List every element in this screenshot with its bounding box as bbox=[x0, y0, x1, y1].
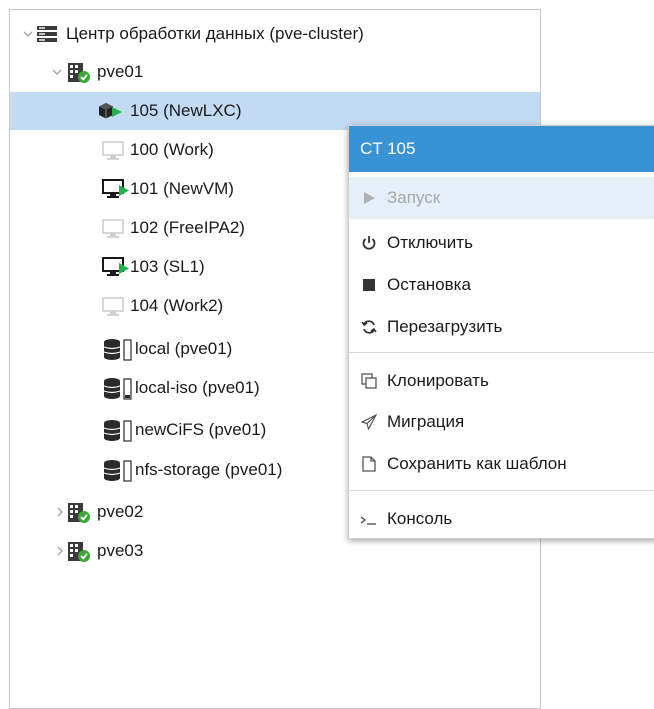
tree-item-label: Центр обработки данных (pve-cluster) bbox=[66, 24, 364, 43]
vm-running-icon bbox=[102, 257, 129, 276]
node-online-icon bbox=[68, 503, 90, 523]
datacenter-icon bbox=[37, 26, 57, 42]
menu-item-label: Запуск bbox=[387, 188, 441, 207]
menu-item-shutdown[interactable]: Отключить bbox=[349, 222, 654, 264]
reload-icon bbox=[360, 318, 378, 336]
storage-icon bbox=[103, 420, 132, 442]
chevron-right-icon[interactable] bbox=[53, 544, 67, 558]
menu-item-label: Консоль bbox=[387, 509, 453, 528]
node-online-icon bbox=[68, 63, 90, 83]
tree-item-label: 102 (FreeIPA2) bbox=[130, 218, 245, 237]
tree-item-label: 105 (NewLXC) bbox=[130, 101, 242, 120]
clone-icon bbox=[360, 372, 378, 390]
menu-separator bbox=[349, 490, 654, 491]
tree-item-label: local-iso (pve01) bbox=[135, 378, 260, 397]
node-online-icon bbox=[68, 542, 90, 562]
menu-item-clone[interactable]: Клонировать bbox=[349, 360, 654, 402]
tree-item-node-pve01[interactable]: pve01 bbox=[10, 53, 540, 91]
stop-icon bbox=[360, 276, 378, 294]
tree-item-label: newCiFS (pve01) bbox=[135, 420, 267, 439]
chevron-down-icon[interactable] bbox=[21, 27, 35, 41]
tree-item-label: 100 (Work) bbox=[130, 140, 214, 159]
storage-icon bbox=[103, 378, 132, 400]
menu-item-console[interactable]: Консоль bbox=[349, 498, 654, 538]
tree-item-label: 103 (SL1) bbox=[130, 257, 205, 276]
context-menu: CT 105 Запуск Отключить Остановка Переза… bbox=[348, 125, 654, 539]
menu-separator bbox=[349, 352, 654, 353]
vm-stopped-icon bbox=[102, 297, 124, 316]
menu-item-reboot[interactable]: Перезагрузить bbox=[349, 306, 654, 348]
menu-item-start[interactable]: Запуск bbox=[349, 177, 654, 219]
tree-item-label: nfs-storage (pve01) bbox=[135, 460, 283, 479]
tree-item-label: pve03 bbox=[97, 541, 144, 560]
menu-item-label: Клонировать bbox=[387, 371, 489, 390]
tree-item-label: pve02 bbox=[97, 502, 144, 521]
menu-item-convert-template[interactable]: Сохранить как шаблон bbox=[349, 443, 654, 485]
menu-item-stop[interactable]: Остановка bbox=[349, 264, 654, 306]
storage-icon bbox=[103, 460, 132, 482]
chevron-right-icon[interactable] bbox=[53, 505, 67, 519]
chevron-down-icon[interactable] bbox=[50, 65, 64, 79]
tree-item-label: pve01 bbox=[97, 62, 144, 81]
menu-item-label: Остановка bbox=[387, 275, 471, 294]
menu-item-label: Сохранить как шаблон bbox=[387, 454, 567, 473]
tree-item-datacenter[interactable]: Центр обработки данных (pve-cluster) bbox=[10, 15, 540, 53]
context-menu-title: CT 105 bbox=[349, 126, 654, 172]
menu-item-migrate[interactable]: Миграция bbox=[349, 401, 654, 443]
menu-item-label: Отключить bbox=[387, 233, 473, 252]
tree-item-label: 104 (Work2) bbox=[130, 296, 224, 315]
menu-item-label: Перезагрузить bbox=[387, 317, 503, 336]
play-icon bbox=[360, 189, 378, 207]
migrate-icon bbox=[360, 413, 378, 431]
tree-item-label: local (pve01) bbox=[135, 339, 233, 358]
menu-item-label: Миграция bbox=[387, 412, 465, 431]
template-icon bbox=[360, 455, 378, 473]
vm-running-icon bbox=[102, 179, 129, 198]
console-icon bbox=[360, 510, 378, 528]
vm-stopped-icon bbox=[102, 141, 124, 160]
storage-icon bbox=[103, 339, 132, 361]
container-running-icon bbox=[99, 103, 122, 119]
power-icon bbox=[360, 234, 378, 252]
tree-item-label: 101 (NewVM) bbox=[130, 179, 234, 198]
vm-stopped-icon bbox=[102, 219, 124, 238]
